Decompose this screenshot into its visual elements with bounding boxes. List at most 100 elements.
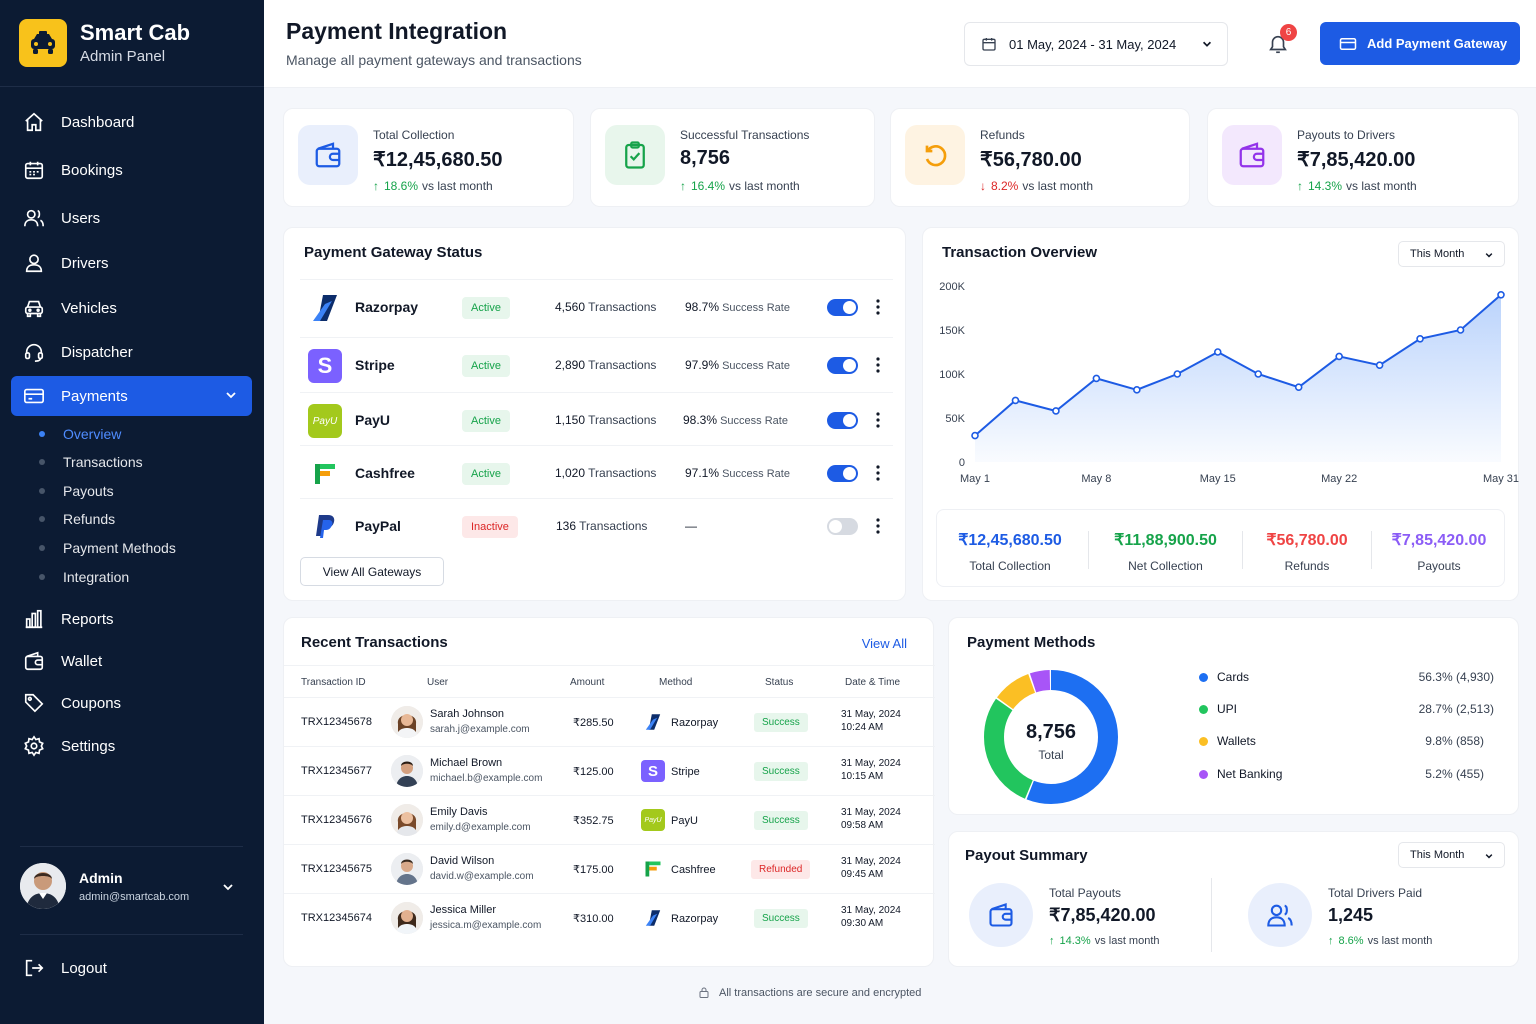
sub-item-payment-methods[interactable]: Payment Methods [39, 537, 176, 559]
table-row[interactable]: TRX12345678 Sarah Johnson sarah.j@exampl… [284, 697, 935, 746]
gateway-transactions: 136 Transactions [556, 519, 647, 533]
trend-suffix: vs last month [1367, 935, 1433, 947]
admin-profile[interactable]: Admin admin@smartcab.com [20, 857, 243, 915]
period-select[interactable]: This Month [1398, 842, 1505, 868]
transaction-id: TRX12345678 [301, 716, 372, 728]
stat-value: ₹12,45,680.50 [373, 149, 503, 171]
gateway-rate-label: Success Rate [722, 302, 790, 314]
view-all-gateways-button[interactable]: View All Gateways [300, 557, 444, 586]
time: 10:15 AM [841, 771, 884, 782]
sidebar-item-label: Coupons [61, 694, 122, 712]
sidebar-item-users[interactable]: Users [11, 198, 252, 238]
gateway-transactions: 4,560 Transactions [555, 300, 656, 314]
more-vertical-icon[interactable] [876, 465, 880, 481]
page-title: Payment Integration [286, 18, 508, 44]
user-name: David Wilson [430, 855, 495, 867]
gateway-toggle[interactable] [827, 299, 858, 316]
more-vertical-icon[interactable] [876, 299, 880, 315]
sidebar-item-label: Settings [61, 737, 116, 755]
more-vertical-icon[interactable] [876, 518, 880, 534]
gateway-name: PayPal [355, 518, 401, 534]
date-time: 31 May, 2024 09:30 AM [841, 904, 901, 930]
legend-label: Wallets [1217, 734, 1256, 748]
sidebar-item-label: Vehicles [61, 299, 117, 317]
chart-point [1213, 348, 1222, 356]
gateway-toggle[interactable] [827, 518, 858, 535]
page-header: Payment Integration Manage all payment g… [264, 0, 1536, 88]
sub-item-integration[interactable]: Integration [39, 566, 129, 588]
sidebar-item-coupons[interactable]: Coupons [11, 683, 252, 723]
more-vertical-icon[interactable] [876, 412, 880, 428]
status-badge: Active [462, 463, 510, 485]
chart-point [1416, 335, 1424, 343]
gateway-tx-count: 136 [556, 519, 577, 533]
sub-item-refunds[interactable]: Refunds [39, 508, 115, 530]
sidebar-item-payments[interactable]: Payments [11, 376, 252, 416]
status-badge: Success [754, 811, 808, 830]
stat-label: Successful Transactions [680, 128, 810, 142]
status-badge: Success [754, 713, 808, 732]
wallet-icon [23, 650, 45, 672]
sidebar-item-drivers[interactable]: Drivers [11, 243, 252, 283]
summary-payouts: ₹7,85,420.00 Payouts [1372, 510, 1506, 582]
sidebar-divider [20, 846, 243, 847]
sub-item-transactions[interactable]: Transactions [39, 451, 143, 473]
headset-icon [23, 341, 45, 363]
sidebar-item-settings[interactable]: Settings [11, 726, 252, 766]
amount: ₹175.00 [573, 864, 614, 876]
table-row[interactable]: TRX12345677 Michael Brown michael.b@exam… [284, 746, 935, 795]
sidebar-item-vehicles[interactable]: Vehicles [11, 288, 252, 328]
user-name: Emily Davis [430, 806, 488, 818]
date-range-picker[interactable]: 01 May, 2024 - 31 May, 2024 [964, 22, 1228, 66]
sidebar-item-label: Wallet [61, 652, 103, 670]
chart-point [1375, 361, 1384, 369]
wallet-icon [1222, 125, 1282, 185]
transaction-id: TRX12345677 [301, 765, 372, 777]
view-all-link[interactable]: View All [862, 636, 907, 651]
date: 31 May, 2024 [841, 758, 901, 769]
stat-suffix: vs last month [729, 179, 800, 193]
gateway-toggle[interactable] [827, 412, 858, 429]
period-select[interactable]: This Month [1398, 241, 1505, 267]
table-row[interactable]: TRX12345675 David Wilson david.w@example… [284, 844, 935, 893]
gateway-toggle[interactable] [827, 357, 858, 374]
sub-item-overview[interactable]: Overview [39, 423, 121, 445]
home-icon [23, 111, 45, 133]
payout-summary-card: Payout Summary This Month Total Payouts … [948, 831, 1519, 967]
more-vertical-icon[interactable] [876, 357, 880, 373]
lock-icon [698, 986, 710, 999]
sub-item-label: Transactions [63, 454, 143, 470]
chart-point [1133, 386, 1141, 394]
sidebar-item-dashboard[interactable]: Dashboard [11, 102, 252, 142]
sub-item-payouts[interactable]: Payouts [39, 480, 114, 502]
gateway-tx-label: Transactions [579, 519, 648, 533]
refresh-icon [905, 125, 965, 185]
tag-icon [23, 692, 45, 714]
gateway-success-rate: 97.1% Success Rate [685, 466, 790, 480]
logout-button[interactable]: Logout [11, 948, 252, 988]
sidebar-item-dispatcher[interactable]: Dispatcher [11, 332, 252, 372]
gateway-transactions: 2,890 Transactions [555, 358, 656, 372]
gateway-transactions: 1,020 Transactions [555, 466, 656, 480]
user-name: Michael Brown [430, 757, 503, 769]
sidebar-item-bookings[interactable]: Bookings [11, 150, 252, 190]
table-row[interactable]: TRX12345674 Jessica Miller jessica.m@exa… [284, 893, 935, 942]
stat-trend: ↑ 18.6% vs last month [373, 179, 493, 193]
sidebar-item-reports[interactable]: Reports [11, 599, 252, 639]
x-tick-label: May 31 [1483, 473, 1519, 485]
period-value: This Month [1410, 849, 1465, 861]
card-title: Payment Methods [967, 634, 1096, 651]
sidebar-item-wallet[interactable]: Wallet [11, 641, 252, 681]
avatar [391, 804, 423, 836]
chevron-down-icon[interactable] [221, 880, 235, 894]
table-row[interactable]: TRX12345676 Emily Davis emily.d@example.… [284, 795, 935, 844]
car-icon [23, 297, 45, 319]
chevron-down-icon [224, 388, 238, 402]
razorpay-logo-icon [308, 291, 342, 325]
gateway-toggle[interactable] [827, 465, 858, 482]
legend-value: 56.3% (4,930) [1418, 670, 1494, 684]
gateway-tx-count: 2,890 [555, 358, 586, 372]
add-payment-gateway-button[interactable]: Add Payment Gateway [1320, 22, 1520, 65]
stat-trend: ↓ 8.2% vs last month [980, 179, 1093, 193]
toggle-knob [843, 359, 856, 372]
